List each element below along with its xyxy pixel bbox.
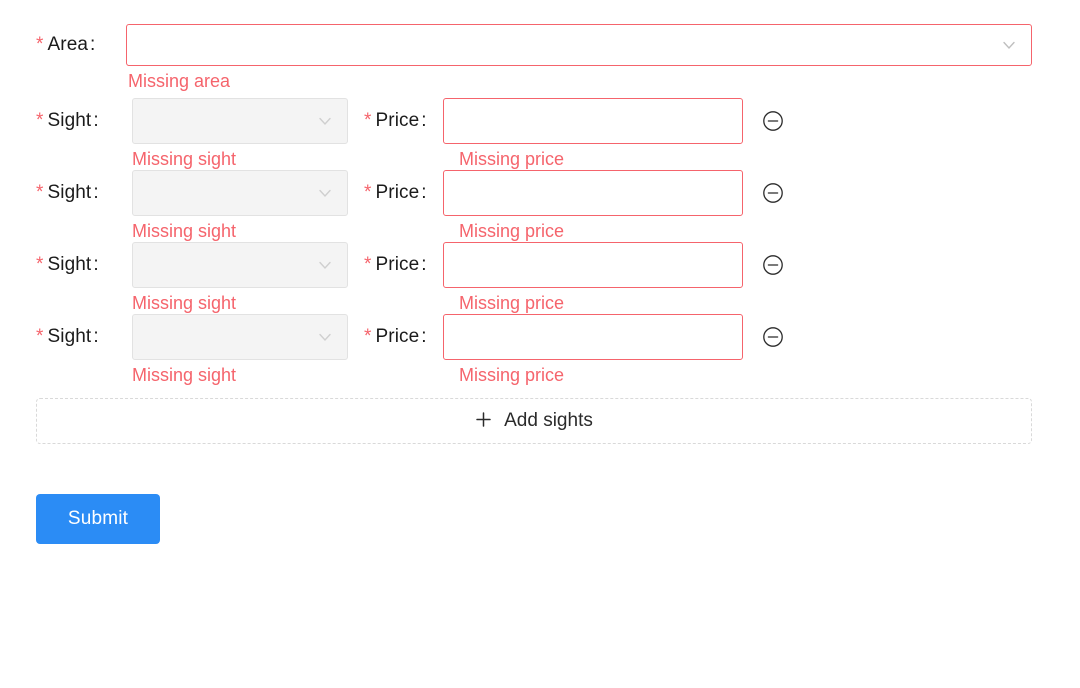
sight-price-inputs: * Sight: * Price: <box>0 170 1080 216</box>
sight-error-message: Missing sight <box>132 293 237 313</box>
chevron-down-icon <box>317 257 333 273</box>
minus-circle-icon[interactable] <box>761 109 785 133</box>
price-input[interactable] <box>443 314 743 360</box>
row-error-line: Missing sight Missing price <box>0 360 1080 386</box>
chevron-down-icon <box>1001 37 1017 53</box>
required-marker: * <box>364 254 372 275</box>
required-marker: * <box>364 110 372 131</box>
sight-error-message: Missing sight <box>132 365 237 385</box>
area-error-message: Missing area <box>128 71 231 91</box>
sight-label-text: Sight <box>47 326 92 347</box>
minus-circle-icon[interactable] <box>761 253 785 277</box>
sights-form: * Area: Missing area * Sight: * Price: Missin… <box>0 0 1080 688</box>
sight-price-inputs: * Sight: * Price: <box>0 314 1080 360</box>
price-input[interactable] <box>443 98 743 144</box>
label-colon: : <box>93 110 99 131</box>
chevron-down-icon <box>317 113 333 129</box>
required-marker: * <box>364 182 372 203</box>
sight-select[interactable] <box>132 170 348 216</box>
label-colon: : <box>90 34 96 55</box>
price-label: * Price: <box>348 242 443 288</box>
sight-label-text: Sight <box>47 254 92 275</box>
sight-label-text: Sight <box>47 110 92 131</box>
label-colon: : <box>421 182 427 203</box>
chevron-down-icon <box>317 185 333 201</box>
sight-error-message: Missing sight <box>132 221 237 241</box>
required-marker: * <box>36 326 44 347</box>
area-select[interactable] <box>126 24 1032 66</box>
price-error-message: Missing price <box>459 149 565 169</box>
price-error-message: Missing price <box>459 365 565 385</box>
price-error-message: Missing price <box>459 221 565 241</box>
sight-error-message: Missing sight <box>132 149 237 169</box>
submit-row: Submit <box>0 444 1080 544</box>
sight-label: * Sight: <box>36 98 132 144</box>
required-marker: * <box>36 182 44 203</box>
label-colon: : <box>93 326 99 347</box>
sight-select[interactable] <box>132 98 348 144</box>
sight-price-row: * Sight: * Price: Missing sight Missing price <box>0 98 1080 170</box>
sight-price-row: * Sight: * Price: Missing sight Missing price <box>0 314 1080 386</box>
price-input[interactable] <box>443 242 743 288</box>
plus-icon <box>475 410 492 432</box>
label-colon: : <box>421 326 427 347</box>
label-colon: : <box>93 182 99 203</box>
submit-button[interactable]: Submit <box>36 494 160 544</box>
sight-rows-container: * Sight: * Price: Missing sight Missing price… <box>0 98 1080 386</box>
sight-select[interactable] <box>132 242 348 288</box>
sight-price-row: * Sight: * Price: Missing sight Missing price <box>0 170 1080 242</box>
sight-label-text: Sight <box>47 182 92 203</box>
chevron-down-icon <box>317 329 333 345</box>
price-label-text: Price <box>375 326 420 347</box>
price-label-text: Price <box>375 254 420 275</box>
price-label: * Price: <box>348 98 443 144</box>
sight-label: * Sight: <box>36 242 132 288</box>
price-label: * Price: <box>348 314 443 360</box>
area-field-row: * Area: <box>0 24 1080 66</box>
sight-select[interactable] <box>132 314 348 360</box>
price-label-text: Price <box>375 182 420 203</box>
required-marker: * <box>364 326 372 347</box>
required-marker: * <box>36 34 44 55</box>
price-label: * Price: <box>348 170 443 216</box>
add-sights-button[interactable]: Add sights <box>36 398 1032 444</box>
area-label-text: Area <box>47 34 89 55</box>
label-colon: : <box>421 110 427 131</box>
label-colon: : <box>93 254 99 275</box>
minus-circle-icon[interactable] <box>761 181 785 205</box>
minus-circle-icon[interactable] <box>761 325 785 349</box>
required-marker: * <box>36 110 44 131</box>
row-error-line: Missing sight Missing price <box>0 144 1080 170</box>
sight-price-row: * Sight: * Price: Missing sight Missing price <box>0 242 1080 314</box>
sight-price-inputs: * Sight: * Price: <box>0 242 1080 288</box>
sight-price-inputs: * Sight: * Price: <box>0 98 1080 144</box>
price-input[interactable] <box>443 170 743 216</box>
add-sights-label: Add sights <box>504 410 593 431</box>
label-colon: : <box>421 254 427 275</box>
price-error-message: Missing price <box>459 293 565 313</box>
price-label-text: Price <box>375 110 420 131</box>
row-error-line: Missing sight Missing price <box>0 216 1080 242</box>
required-marker: * <box>36 254 44 275</box>
sight-label: * Sight: <box>36 170 132 216</box>
row-error-line: Missing sight Missing price <box>0 288 1080 314</box>
area-label: * Area: <box>36 24 126 66</box>
sight-label: * Sight: <box>36 314 132 360</box>
